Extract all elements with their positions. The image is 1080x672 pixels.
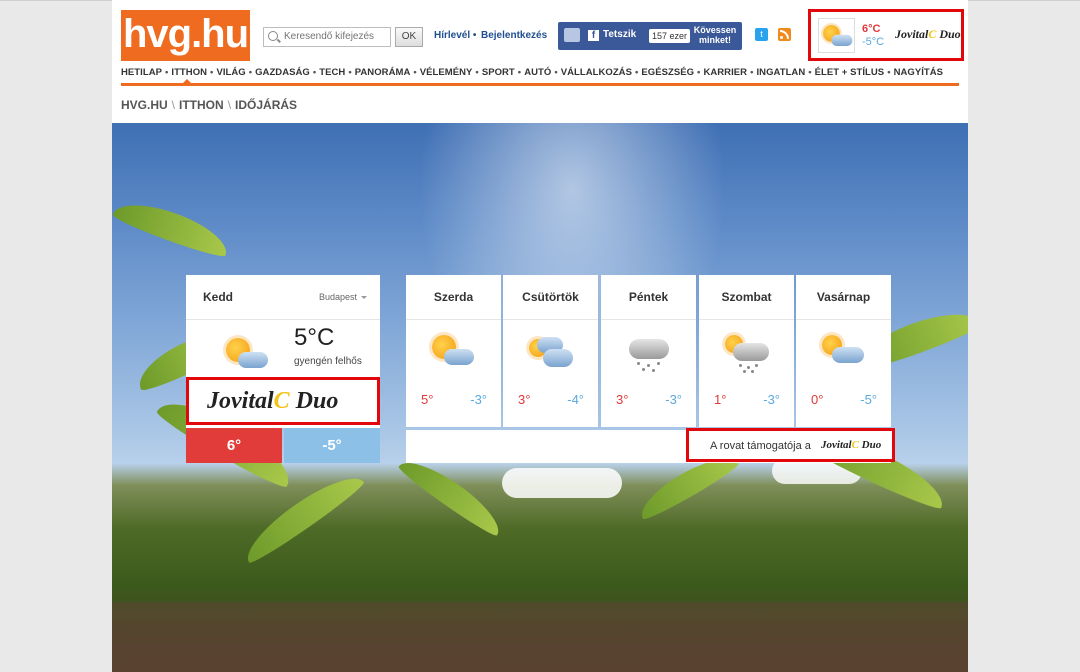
nav-item[interactable]: ÉLET + STÍLUS [815, 67, 885, 78]
nav-item[interactable]: SPORT [482, 67, 515, 78]
search-icon [268, 31, 278, 41]
search-ok-button[interactable]: OK [395, 27, 423, 47]
nav-separator: • [165, 67, 169, 78]
thumbs-up-icon [564, 28, 580, 42]
forecast-day-name: Vasárnap [796, 275, 891, 320]
nav-underline [121, 83, 959, 86]
nav-separator: • [554, 67, 558, 78]
forecast-high: 0° [811, 392, 824, 407]
sun-cloud-icon [432, 335, 476, 371]
nav-separator: • [312, 67, 317, 78]
facebook-like-count: 157 ezer [649, 29, 691, 43]
today-header: Kedd Budapest [186, 275, 380, 320]
forecast-day-name: Szerda [406, 275, 501, 320]
nav-separator: • [475, 67, 479, 78]
forecast-panel: Szerda 5° -3° Csütörtök 3° -4° Péntek 3°… [406, 275, 895, 463]
sun-snow-cloud-icon [725, 335, 769, 373]
forecast-low: -3° [470, 392, 487, 407]
nav-separator: • [517, 67, 522, 78]
facebook-follow-button[interactable]: Kövessen minket! [690, 25, 740, 45]
today-weather-card: Kedd Budapest 5°C gyengén felhős Jovital… [186, 275, 380, 463]
breadcrumb-item[interactable]: HVG.HU [121, 98, 168, 112]
nav-item[interactable]: PANORÁMA [355, 67, 411, 78]
today-temperature: 5°C [294, 324, 335, 351]
nav-separator: • [887, 67, 891, 78]
twitter-icon[interactable]: t [755, 28, 768, 41]
forecast-high: 1° [714, 392, 727, 407]
forecast-high: 5° [421, 392, 434, 407]
forecast-high: 3° [616, 392, 629, 407]
rss-icon[interactable] [778, 28, 791, 41]
search-input[interactable] [284, 29, 384, 44]
nav-item[interactable]: VÁLLALKOZÁS [561, 67, 632, 78]
nav-item[interactable]: NAGYÍTÁS [894, 67, 944, 78]
sponsor-label: A rovat támogatója a [710, 440, 811, 452]
newsletter-label: Hírlevél [434, 30, 471, 41]
forecast-low: -3° [763, 392, 780, 407]
main-nav: HETILAP • ITTHON • VILÁG • GAZDASÁG • TECH • PANOR… [121, 67, 943, 78]
header-weather-icon-box [818, 18, 855, 53]
today-description: gyengén felhős [294, 356, 362, 367]
nav-separator: • [413, 67, 417, 78]
nav-item[interactable]: KARRIER [703, 67, 747, 78]
today-high-temp: 6° [186, 428, 282, 463]
forecast-low: -4° [567, 392, 584, 407]
section-sponsor-note[interactable]: A rovat támogatója a JovitalC Duo [686, 428, 895, 462]
forecast-day[interactable]: Péntek 3° -3° [601, 275, 696, 427]
breadcrumb-item: IDŐJÁRÁS [235, 98, 298, 112]
breadcrumb: HVG.HU \ ITTHON \ IDŐJÁRÁS [121, 98, 298, 112]
forecast-low: -5° [860, 392, 877, 407]
header-weather-widget[interactable]: 6°C -5°C JovitalC Duo [808, 9, 964, 61]
nav-item[interactable]: INGATLAN [756, 67, 805, 78]
nav-item[interactable]: GAZDASÁG [255, 67, 310, 78]
sun-cloud-icon [226, 338, 270, 374]
nav-item[interactable]: TECH [319, 67, 345, 78]
facebook-like-button[interactable]: Tetszik [603, 29, 636, 40]
forecast-day-name: Csütörtök [503, 275, 598, 320]
facebook-like-box[interactable]: f Tetszik 157 ezer Kövessen minket! [558, 22, 742, 50]
nav-item[interactable]: VÉLEMÉNY [420, 67, 473, 78]
today-low-temp: -5° [284, 428, 380, 463]
nav-separator: • [248, 67, 253, 78]
nav-item[interactable]: EGÉSZSÉG [641, 67, 694, 78]
search-box[interactable] [263, 27, 391, 47]
forecast-day[interactable]: Szombat 1° -3° [699, 275, 794, 427]
hvg-logo[interactable]: hvg.hu [121, 10, 250, 61]
forecast-day[interactable]: Csütörtök 3° -4° [503, 275, 598, 427]
forecast-high: 3° [518, 392, 531, 407]
forecast-low: -3° [665, 392, 682, 407]
forecast-day-name: Péntek [601, 275, 696, 320]
sun-clouds-icon [529, 335, 573, 371]
header-weather-low: -5°C [862, 36, 885, 48]
snow-cloud-icon [627, 335, 671, 372]
header-weather-high: 6°C [862, 23, 881, 35]
login-link[interactable]: Bejelentkezés [481, 30, 547, 41]
nav-item[interactable]: ITTHON [171, 67, 207, 78]
nav-item[interactable]: VILÁG [216, 67, 245, 78]
nav-item[interactable]: AUTÓ [524, 67, 551, 78]
nav-separator: • [808, 67, 812, 78]
jovital-c-duo-logo: JovitalC Duo [895, 27, 961, 41]
forecast-day[interactable]: Szerda 5° -3° [406, 275, 501, 427]
facebook-icon: f [588, 30, 599, 41]
jovital-c-duo-logo: JovitalC Duo [821, 439, 882, 451]
nav-separator: • [348, 67, 352, 78]
today-day-name: Kedd [203, 290, 233, 304]
forecast-day[interactable]: Vasárnap 0° -5° [796, 275, 891, 427]
forecast-day-name: Szombat [699, 275, 794, 320]
nav-separator: • [634, 67, 639, 78]
breadcrumb-item[interactable]: ITTHON [179, 98, 224, 112]
today-sponsor-logo[interactable]: JovitalC Duo [186, 377, 380, 425]
sun-cloud-icon [822, 335, 866, 371]
nav-item[interactable]: HETILAP [121, 67, 162, 78]
newsletter-link[interactable]: Hírlevél • [434, 30, 476, 41]
sun-cloud-icon [823, 25, 854, 50]
city-selector[interactable]: Budapest [319, 292, 368, 302]
